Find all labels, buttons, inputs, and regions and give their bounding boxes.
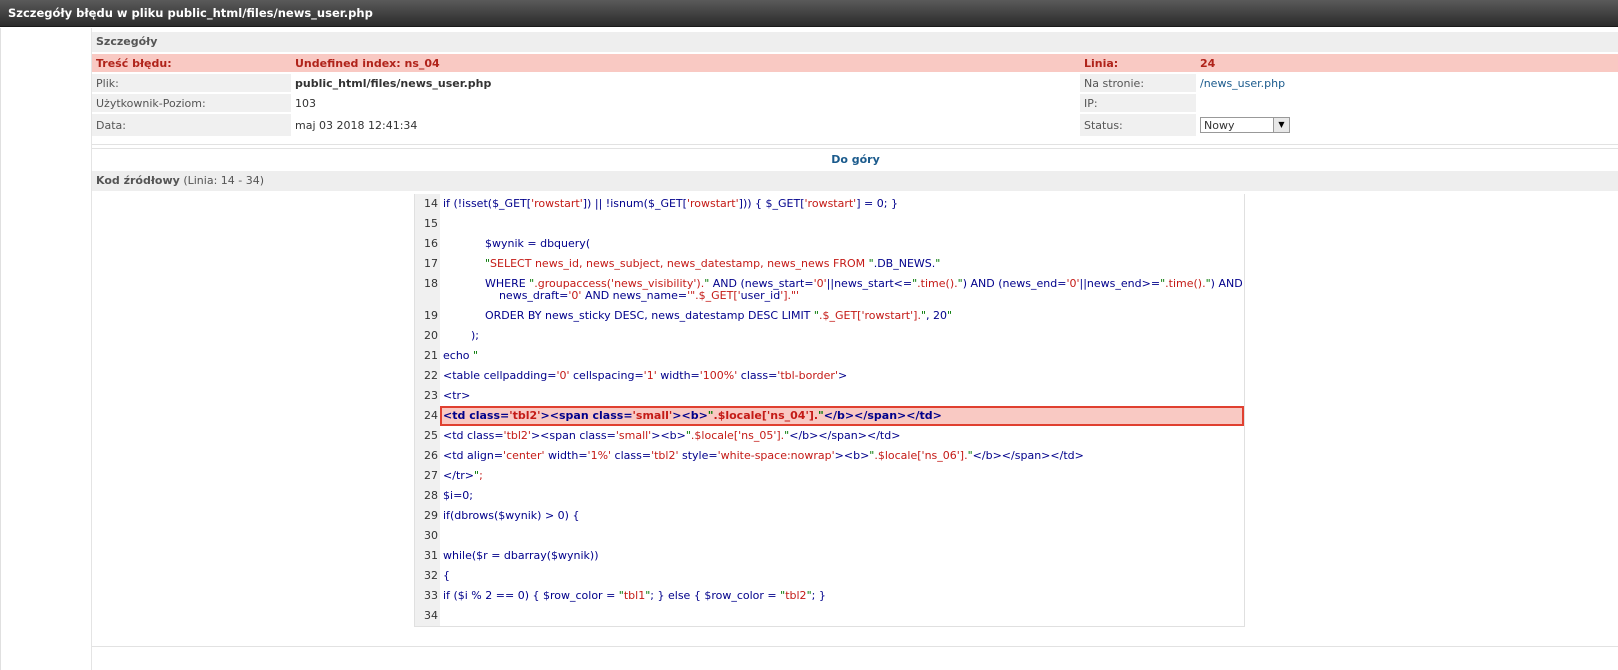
line-number: 31 xyxy=(415,546,440,566)
code-text: if ($i % 2 == 0) { $row_color = "tbl1"; … xyxy=(443,589,826,602)
line-number: 16 xyxy=(415,234,440,254)
left-divider xyxy=(0,28,1,670)
line-number: 30 xyxy=(415,526,440,546)
error-label: Treść błędu: xyxy=(92,54,291,72)
code-line: 27 </tr>"; xyxy=(415,466,1244,486)
page-link[interactable]: /news_user.php xyxy=(1200,77,1285,90)
file-path: public_html/files/news_user.php xyxy=(291,74,1080,92)
code-text: $i=0; xyxy=(443,489,473,502)
code-line: 32{ xyxy=(415,566,1244,586)
code-line: 14 if (!isset($_GET['rowstart']) || !isnu… xyxy=(415,194,1244,214)
code-line: 24 <td class='tbl2'><span class='small'><… xyxy=(415,406,1244,426)
line-number: 22 xyxy=(415,366,440,386)
status-select[interactable]: Nowy ▼ xyxy=(1200,117,1290,133)
code-line: 31 while($r = dbarray($wynik)) xyxy=(415,546,1244,566)
code-text: </tr>"; xyxy=(443,469,483,482)
line-number: 28 xyxy=(415,486,440,506)
line-number: 20 xyxy=(415,326,440,346)
line-number: 24 xyxy=(1196,54,1618,72)
code-line: 30 xyxy=(415,526,1244,546)
ip-value xyxy=(1196,94,1618,112)
code-text: WHERE ".groupaccess('news_visibility')."… xyxy=(484,277,1243,302)
date-label: Data: xyxy=(92,114,291,136)
details-table: Treść błędu: Undefined index: ns_04 Lini… xyxy=(92,52,1618,138)
details-header: Szczegóły xyxy=(92,32,1618,52)
code-line: 33 if ($i % 2 == 0) { $row_color = "tbl1"… xyxy=(415,586,1244,606)
file-label: Plik: xyxy=(92,74,291,92)
code-line: 18 WHERE ".groupaccess('news_visibility'… xyxy=(415,274,1244,306)
code-text: ); xyxy=(470,329,479,342)
line-number: 23 xyxy=(415,386,440,406)
line-number: 19 xyxy=(415,306,440,326)
code-text: if(dbrows($wynik) > 0) { xyxy=(443,509,580,522)
back-to-top-link[interactable]: Do góry xyxy=(92,149,1618,171)
line-number: 17 xyxy=(415,254,440,274)
line-number: 18 xyxy=(415,274,440,306)
date-value: maj 03 2018 12:41:34 xyxy=(291,114,1080,136)
line-number: 24 xyxy=(415,406,440,426)
user-row: Użytkownik-Poziom: 103 IP: xyxy=(92,94,1618,112)
line-number: 14 xyxy=(415,194,440,214)
line-number: 34 xyxy=(415,606,440,626)
window-title: Szczegóły błędu w pliku public_html/file… xyxy=(0,0,1618,27)
user-level-value: 103 xyxy=(291,94,1080,112)
code-line: 19 ORDER BY news_sticky DESC, news_dates… xyxy=(415,306,1244,326)
main-content: Szczegóły Treść błędu: Undefined index: … xyxy=(91,28,1618,670)
ip-label: IP: xyxy=(1080,94,1196,112)
code-line: 28 $i=0; xyxy=(415,486,1244,506)
code-text: echo " xyxy=(443,349,479,362)
code-line: 15 xyxy=(415,214,1244,234)
error-row: Treść błędu: Undefined index: ns_04 Lini… xyxy=(92,54,1618,72)
code-text: $wynik = dbquery( xyxy=(484,237,591,250)
line-number: 21 xyxy=(415,346,440,366)
code-line: 20 ); xyxy=(415,326,1244,346)
code-line: 22 <table cellpadding='0' cellspacing='1'… xyxy=(415,366,1244,386)
error-message: Undefined index: ns_04 xyxy=(291,54,1080,72)
source-header: Kod źródłowy (Linia: 14 - 34) xyxy=(92,171,1618,191)
code-text: <table cellpadding='0' cellspacing='1' w… xyxy=(443,369,848,382)
code-text: "SELECT news_id, news_subject, news_date… xyxy=(484,257,941,270)
code-line: 17 "SELECT news_id, news_subject, news_d… xyxy=(415,254,1244,274)
code-text: ORDER BY news_sticky DESC, news_datestam… xyxy=(484,309,953,322)
code-text: <td align='center' width='1%' class='tbl… xyxy=(443,449,1084,462)
source-code-block: 14 if (!isset($_GET['rowstart']) || !isnu… xyxy=(414,194,1245,627)
code-text: if (!isset($_GET['rowstart']) || !isnum(… xyxy=(443,197,898,210)
source-title: Kod źródłowy xyxy=(96,174,180,187)
code-line: 16 $wynik = dbquery( xyxy=(415,234,1244,254)
line-number: 33 xyxy=(415,586,440,606)
status-label: Status: xyxy=(1080,114,1196,136)
line-number: 29 xyxy=(415,506,440,526)
user-level-label: Użytkownik-Poziom: xyxy=(92,94,291,112)
page-label: Na stronie: xyxy=(1080,74,1196,92)
code-text: <td class='tbl2'><span class='small'><b>… xyxy=(443,429,901,442)
line-number: 32 xyxy=(415,566,440,586)
code-line: 23 <tr> xyxy=(415,386,1244,406)
source-line-range: (Linia: 14 - 34) xyxy=(183,174,265,187)
line-number: 15 xyxy=(415,214,440,234)
line-number: 25 xyxy=(415,426,440,446)
date-row: Data: maj 03 2018 12:41:34 Status: Nowy … xyxy=(92,114,1618,136)
bottom-divider xyxy=(92,646,1618,647)
code-text: <td class='tbl2'><span class='small'><b>… xyxy=(440,406,1244,426)
code-line: 29 if(dbrows($wynik) > 0) { xyxy=(415,506,1244,526)
code-text: { xyxy=(443,569,450,582)
status-selected-value: Nowy xyxy=(1204,119,1235,132)
code-line: 21 echo " xyxy=(415,346,1244,366)
code-text: while($r = dbarray($wynik)) xyxy=(443,549,599,562)
code-text: <tr> xyxy=(443,389,471,402)
line-label: Linia: xyxy=(1080,54,1196,72)
file-row: Plik: public_html/files/news_user.php Na… xyxy=(92,74,1618,92)
chevron-down-icon[interactable]: ▼ xyxy=(1273,118,1289,132)
code-line: 25 <td class='tbl2'><span class='small'><… xyxy=(415,426,1244,446)
line-number: 27 xyxy=(415,466,440,486)
line-number: 26 xyxy=(415,446,440,466)
code-line: 34 xyxy=(415,606,1244,626)
code-line: 26 <td align='center' width='1%' class='t… xyxy=(415,446,1244,466)
